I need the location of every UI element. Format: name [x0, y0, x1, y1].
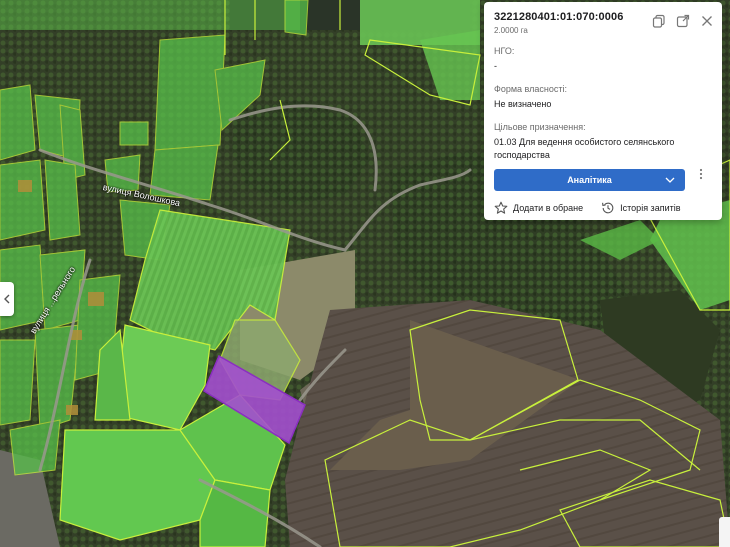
open-external-button[interactable]: [676, 14, 690, 28]
external-link-icon: [676, 14, 690, 28]
chevron-down-icon: [665, 177, 675, 183]
close-button[interactable]: [700, 14, 714, 28]
request-history-button[interactable]: Історія запитів: [601, 201, 681, 215]
add-to-favorites-label: Додати в обране: [513, 203, 584, 213]
parcel-info-panel: 3221280401:01:070:0006 2.0000 га НГО: - …: [484, 2, 722, 220]
add-to-favorites-button[interactable]: Додати в обране: [494, 201, 583, 215]
close-icon: [702, 16, 712, 26]
chevron-left-icon: [4, 294, 10, 304]
analytics-button-label: Аналітика: [567, 175, 612, 185]
ownership-label: Форма власності:: [494, 84, 567, 94]
request-history-label: Історія запитів: [620, 203, 681, 213]
purpose-value: 01.03 Для ведення особистого селянського…: [494, 137, 675, 160]
star-icon: [494, 201, 508, 214]
history-icon: [602, 202, 614, 214]
corner-control[interactable]: [719, 517, 730, 547]
ngo-value: -: [494, 61, 497, 71]
ownership-value: Не визначено: [494, 99, 552, 109]
collapse-sidebar-tab[interactable]: [0, 282, 14, 316]
ngo-label: НГО:: [494, 46, 515, 56]
copy-icon: [652, 14, 665, 28]
copy-button[interactable]: [652, 14, 666, 28]
analytics-button[interactable]: Аналітика: [494, 169, 685, 191]
purpose-label: Цільове призначення:: [494, 122, 586, 132]
more-options-icon[interactable]: [696, 167, 706, 181]
